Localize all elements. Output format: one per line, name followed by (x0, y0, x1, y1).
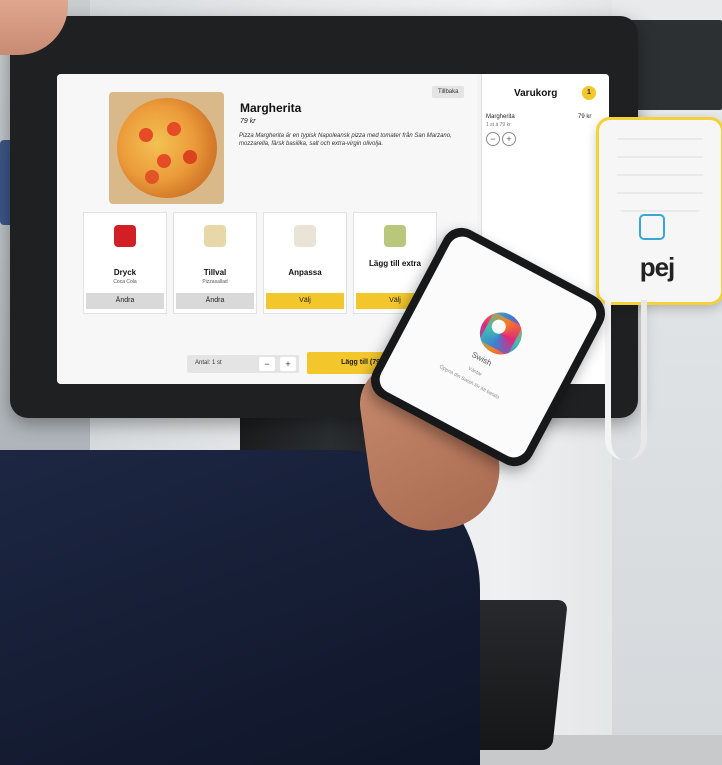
toppings-icon (384, 225, 406, 247)
reader-brand-logo: pej (639, 252, 676, 282)
option-card-drink[interactable]: Dryck Coca Cola Ändra (83, 212, 167, 314)
change-side-button[interactable]: Ändra (176, 293, 254, 309)
option-card-side[interactable]: Tillval Pizzasallad Ändra (173, 212, 257, 314)
reader-cable (605, 300, 647, 460)
option-sub: Coca Cola (113, 279, 137, 285)
product-price: 79 kr (240, 118, 256, 125)
change-drink-button[interactable]: Ändra (86, 293, 164, 309)
cola-can-icon (114, 225, 136, 247)
option-sub: Pizzasallad (202, 279, 228, 285)
quantity-label: Antal: 1 st (195, 360, 222, 366)
option-label: Dryck (113, 268, 137, 277)
quantity-stepper: Antal: 1 st − + (187, 355, 299, 373)
option-card-customize[interactable]: Anpassa Välj (263, 212, 347, 314)
pizza-image (109, 92, 224, 204)
choose-customize-button[interactable]: Välj (266, 293, 344, 309)
phone-status: Väntar (466, 365, 483, 378)
contactless-icon (639, 214, 665, 240)
background-shelf (630, 20, 722, 110)
quantity-minus-button[interactable]: − (259, 357, 275, 371)
cart-item-sub: 1 st á 79 kr (486, 122, 511, 128)
garlic-icon (294, 225, 316, 247)
option-label: Anpassa (288, 268, 322, 277)
back-button[interactable]: Tillbaka (432, 86, 465, 98)
cart-item-name: Margherita (486, 114, 515, 120)
cart-plus-button[interactable]: + (502, 132, 516, 146)
option-label: Tillval (203, 268, 227, 277)
product-title: Margherita (240, 101, 302, 115)
cart-item-price: 79 kr (578, 114, 592, 120)
salad-icon (204, 225, 226, 247)
option-label: Lägg till extra (368, 259, 421, 268)
cart-count-badge: 1 (582, 86, 596, 100)
quantity-plus-button[interactable]: + (280, 357, 296, 371)
product-description: Pizza Margherita är en typisk Napoleansk… (239, 133, 452, 147)
cart-title: Varukorg (514, 88, 558, 99)
cart-minus-button[interactable]: − (486, 132, 500, 146)
reader-keypad (617, 132, 703, 212)
card-reader: pej (596, 117, 722, 305)
